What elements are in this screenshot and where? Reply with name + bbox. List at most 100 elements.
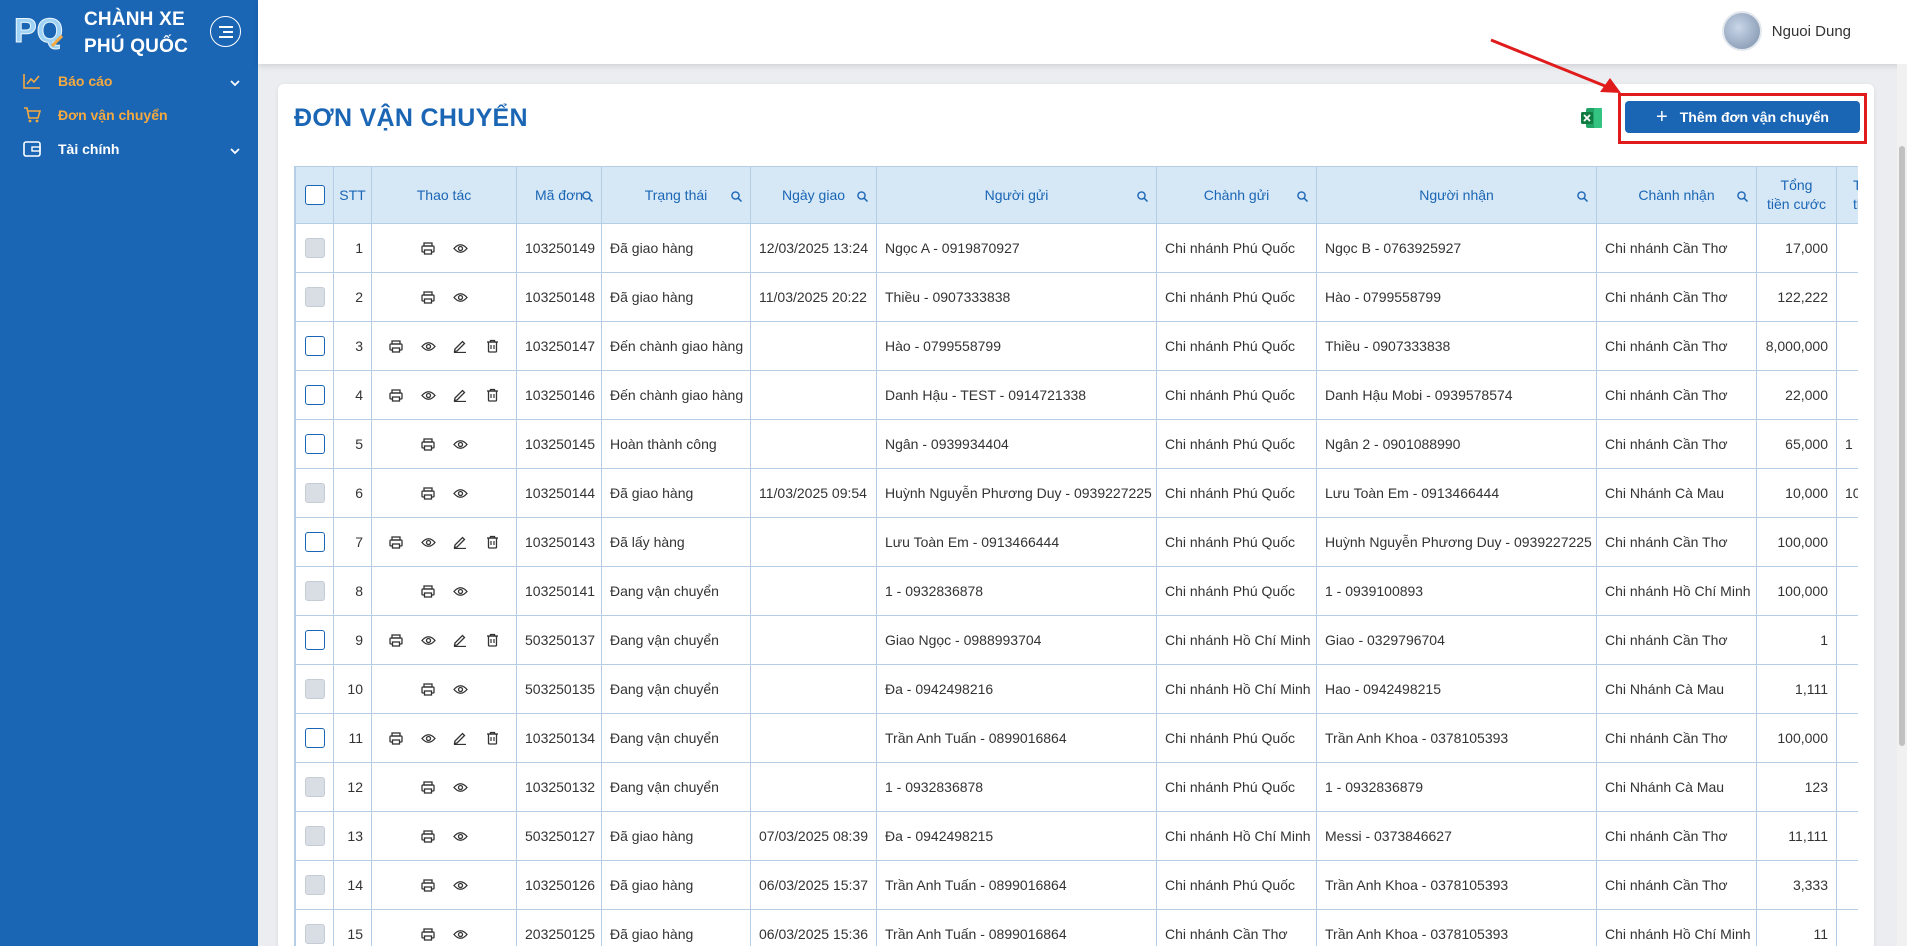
cell-date xyxy=(750,713,877,763)
scrollbar-thumb[interactable] xyxy=(1899,146,1905,746)
print-icon[interactable] xyxy=(386,630,406,650)
table-row[interactable]: 13 503250127 Đã giao hàng 07/03/2025 08:39 Đ… xyxy=(295,811,1858,861)
cell-receiver: Lưu Toàn Em - 0913466444 xyxy=(1316,468,1597,518)
search-icon[interactable] xyxy=(857,189,869,205)
print-icon[interactable] xyxy=(418,679,438,699)
table-row[interactable]: 10 503250135 Đang vận chuyển Đa - 094249821… xyxy=(295,664,1858,714)
delete-icon[interactable] xyxy=(482,336,502,356)
print-icon[interactable] xyxy=(386,336,406,356)
cell-from-branch: Chi nhánh Phú Quốc xyxy=(1156,370,1317,420)
column-header-sender[interactable]: Người gửi xyxy=(876,166,1157,224)
row-checkbox[interactable] xyxy=(304,532,325,552)
view-icon[interactable] xyxy=(450,483,470,503)
column-header-status[interactable]: Trạng thái xyxy=(601,166,751,224)
page-scrollbar[interactable] xyxy=(1897,64,1907,946)
print-icon[interactable] xyxy=(386,728,406,748)
view-icon[interactable] xyxy=(418,532,438,552)
cell-date: 06/03/2025 15:37 xyxy=(750,860,877,910)
edit-icon[interactable] xyxy=(450,336,470,356)
column-header-receiver[interactable]: Người nhận xyxy=(1316,166,1597,224)
table-row[interactable]: 2 103250148 Đã giao hàng 11/03/2025 20:22 Th… xyxy=(295,272,1858,322)
search-icon[interactable] xyxy=(1297,189,1309,205)
sidebar-item-shipments[interactable]: Đơn vận chuyển xyxy=(0,98,258,132)
print-icon[interactable] xyxy=(418,483,438,503)
cell-status: Đến chành giao hàng xyxy=(601,321,751,371)
view-icon[interactable] xyxy=(418,630,438,650)
cell-actions xyxy=(371,811,517,861)
user-menu[interactable]: Nguoi Dung xyxy=(1721,11,1851,51)
table-row[interactable]: 14 103250126 Đã giao hàng 06/03/2025 15:37 T… xyxy=(295,860,1858,910)
sidebar-item-finance[interactable]: Tài chính xyxy=(0,132,258,166)
table-row[interactable]: 15 203250125 Đã giao hàng 06/03/2025 15:36 T… xyxy=(295,909,1858,946)
view-icon[interactable] xyxy=(450,679,470,699)
table-row[interactable]: 8 103250141 Đang vận chuyển 1 - 0932836878 C… xyxy=(295,566,1858,616)
delete-icon[interactable] xyxy=(482,532,502,552)
view-icon[interactable] xyxy=(450,287,470,307)
search-icon[interactable] xyxy=(1137,189,1149,205)
row-checkbox[interactable] xyxy=(304,728,325,748)
column-header-date[interactable]: Ngày giao xyxy=(750,166,877,224)
cell-status: Đang vận chuyển xyxy=(601,713,751,763)
table-row[interactable]: 7 103250143 Đã lấy hàng Lưu Toàn Em - 09134… xyxy=(295,517,1858,567)
print-icon[interactable] xyxy=(418,287,438,307)
cell-total-collect xyxy=(1836,615,1858,665)
cell-code: 103250148 xyxy=(516,272,602,322)
column-header-code[interactable]: Mã đơn xyxy=(516,166,602,224)
edit-icon[interactable] xyxy=(450,532,470,552)
sidebar-item-reports[interactable]: Báo cáo xyxy=(0,64,258,98)
view-icon[interactable] xyxy=(450,875,470,895)
table-row[interactable]: 1 103250149 Đã giao hàng 12/03/2025 13:24 Ng… xyxy=(295,223,1858,273)
print-icon[interactable] xyxy=(418,434,438,454)
row-checkbox[interactable] xyxy=(304,385,325,405)
search-icon[interactable] xyxy=(582,189,594,205)
cell-to-branch: Chi nhánh Cần Thơ xyxy=(1596,615,1757,665)
cell-status: Đã giao hàng xyxy=(601,909,751,946)
view-icon[interactable] xyxy=(450,581,470,601)
print-icon[interactable] xyxy=(386,532,406,552)
view-icon[interactable] xyxy=(450,777,470,797)
view-icon[interactable] xyxy=(450,434,470,454)
print-icon[interactable] xyxy=(386,385,406,405)
edit-icon[interactable] xyxy=(450,385,470,405)
row-checkbox[interactable] xyxy=(304,630,325,650)
table-row[interactable]: 6 103250144 Đã giao hàng 11/03/2025 09:54 Hu… xyxy=(295,468,1858,518)
table-row[interactable]: 4 103250146 Đến chành giao hàng Danh Hậu - … xyxy=(295,370,1858,420)
view-icon[interactable] xyxy=(418,336,438,356)
print-icon[interactable] xyxy=(418,581,438,601)
table-row[interactable]: 12 103250132 Đang vận chuyển 1 - 0932836878… xyxy=(295,762,1858,812)
table-row[interactable]: 11 103250134 Đang vận chuyển Trần Anh Tuấn … xyxy=(295,713,1858,763)
cell-actions xyxy=(371,615,517,665)
view-icon[interactable] xyxy=(450,924,470,944)
delete-icon[interactable] xyxy=(482,630,502,650)
print-icon[interactable] xyxy=(418,924,438,944)
excel-export-icon[interactable] xyxy=(1580,106,1604,130)
view-icon[interactable] xyxy=(450,826,470,846)
row-checkbox[interactable] xyxy=(304,434,325,454)
edit-icon[interactable] xyxy=(450,630,470,650)
search-icon[interactable] xyxy=(1737,189,1749,205)
print-icon[interactable] xyxy=(418,777,438,797)
print-icon[interactable] xyxy=(418,238,438,258)
table-row[interactable]: 5 103250145 Hoàn thành công Ngân - 09399344… xyxy=(295,419,1858,469)
row-checkbox xyxy=(304,679,325,699)
brand-name: CHÀNH XE PHÚ QUỐC xyxy=(84,6,188,60)
delete-icon[interactable] xyxy=(482,728,502,748)
print-icon[interactable] xyxy=(418,875,438,895)
column-header-line: Tổng xyxy=(1780,177,1813,193)
column-header-from-branch[interactable]: Chành gửi xyxy=(1156,166,1317,224)
cart-icon xyxy=(22,105,42,125)
table-row[interactable]: 3 103250147 Đến chành giao hàng Hào - 07995… xyxy=(295,321,1858,371)
delete-icon[interactable] xyxy=(482,385,502,405)
print-icon[interactable] xyxy=(418,826,438,846)
edit-icon[interactable] xyxy=(450,728,470,748)
column-header-to-branch[interactable]: Chành nhận xyxy=(1596,166,1757,224)
view-icon[interactable] xyxy=(418,385,438,405)
row-checkbox[interactable] xyxy=(304,336,325,356)
select-all-checkbox[interactable] xyxy=(304,185,325,205)
view-icon[interactable] xyxy=(450,238,470,258)
search-icon[interactable] xyxy=(731,189,743,205)
view-icon[interactable] xyxy=(418,728,438,748)
menu-toggle-button[interactable] xyxy=(210,16,241,47)
search-icon[interactable] xyxy=(1577,189,1589,205)
table-row[interactable]: 9 503250137 Đang vận chuyển Giao Ngọc - 098… xyxy=(295,615,1858,665)
